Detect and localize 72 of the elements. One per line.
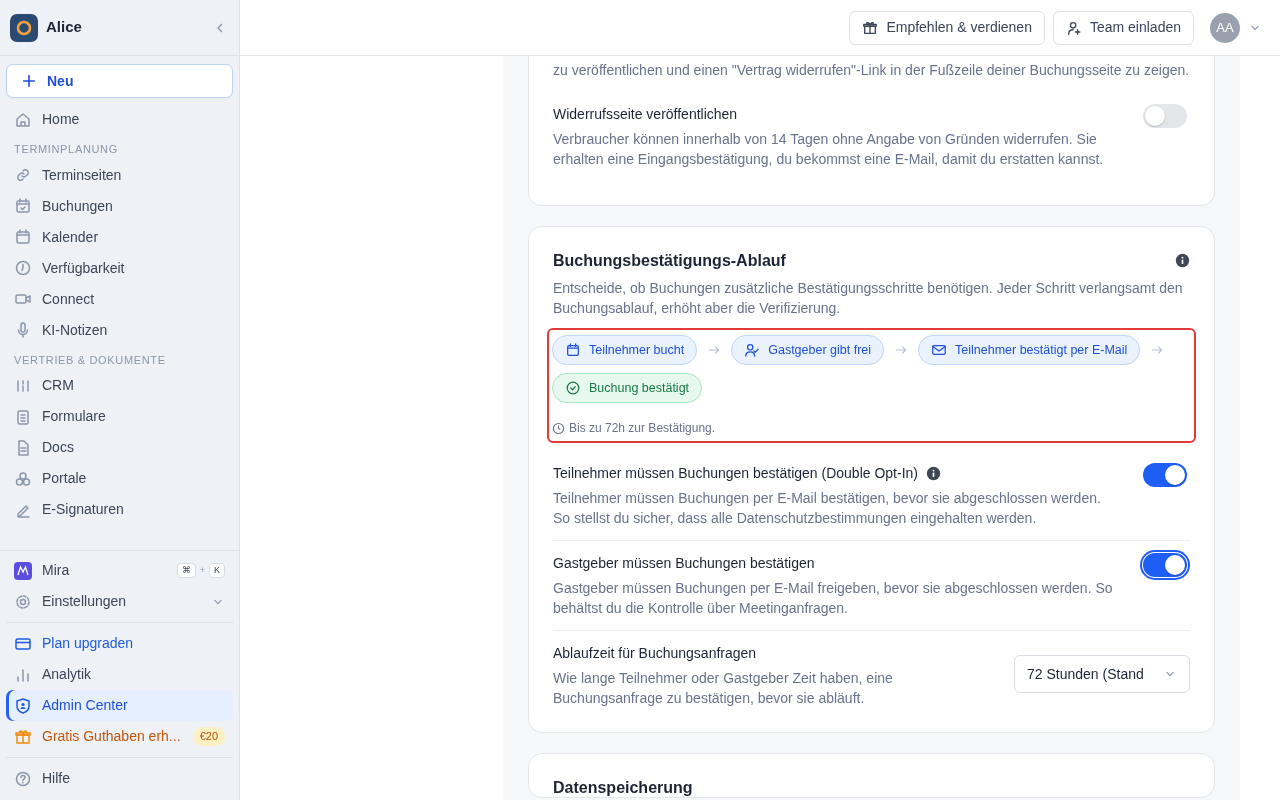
avatar: AA bbox=[1210, 12, 1240, 43]
sidebar-item[interactable]: Connect bbox=[6, 283, 233, 315]
section-heading: TERMINPLANUNG bbox=[13, 142, 119, 157]
workspace-name: Alice bbox=[46, 17, 83, 38]
clock-icon bbox=[552, 421, 565, 435]
shield-icon bbox=[14, 696, 32, 715]
sidebar-item[interactable]: Analytik bbox=[6, 659, 233, 690]
assistant-item[interactable]: Mira ⌘ + K bbox=[6, 555, 233, 586]
flow-step: Gastgeber gibt frei bbox=[731, 335, 885, 366]
setting-description: Teilnehmer müssen Buchungen per E-Mail bestätigen, bevor sie abgeschlossen werden. So stellst du sicher, dass alle Datenschutzbestimmungen eingehalten werden. bbox=[553, 489, 1102, 529]
setting-title: Teilnehmer müssen Buchungen bestätigen (Double Opt-In) bbox=[553, 464, 918, 484]
sidebar-item[interactable]: Formulare bbox=[6, 401, 233, 432]
help-icon bbox=[14, 769, 32, 788]
sidebar-item[interactable]: CRM bbox=[6, 370, 233, 401]
workspace-logo bbox=[10, 13, 38, 42]
sidebar-item[interactable]: Home bbox=[6, 104, 233, 135]
link-icon bbox=[14, 166, 32, 184]
keyboard-key: ⌘ bbox=[176, 562, 196, 579]
calendar-icon bbox=[14, 197, 32, 215]
card-description: Entscheide, ob Buchungen zusätzliche Bestätigungsschritte benötigen. Jeder Schritt verlangsamt den Buchungsablauf, erhöht aber die Verifizierung. bbox=[553, 279, 1184, 319]
select-field[interactable]: 72 Stunden (Stand bbox=[1014, 655, 1190, 694]
sidebar-item[interactable]: KI-Notizen bbox=[6, 314, 233, 346]
check-circle-icon bbox=[565, 380, 581, 397]
toggle-switch[interactable] bbox=[1143, 463, 1187, 488]
card-title: Datenspeicherung bbox=[553, 778, 694, 798]
flow-note: Bis zu 72h zur Bestätigung. bbox=[569, 420, 716, 438]
info-icon bbox=[926, 466, 941, 482]
section-heading: VERTRIEB & DOKUMENTE bbox=[13, 352, 167, 368]
sidebar-item[interactable]: Plan upgraden bbox=[6, 628, 233, 659]
setting-description: Gastgeber müssen Buchungen per E-Mail freigeben, bevor sie abgeschlossen werden. So behältst du die Kontrolle über Meetinganfragen. bbox=[553, 579, 1114, 619]
assistant-logo bbox=[14, 561, 32, 580]
new-button[interactable]: Neu bbox=[6, 64, 233, 98]
calendar-icon bbox=[14, 228, 32, 246]
sidebar-item[interactable]: Portale bbox=[6, 463, 233, 494]
credit-badge: €20 bbox=[192, 727, 225, 746]
card-title: Buchungsbestätigungs-Ablauf bbox=[553, 251, 786, 271]
add-user-icon bbox=[1065, 19, 1082, 36]
gift-icon bbox=[14, 727, 32, 746]
home-icon bbox=[14, 110, 32, 129]
plus-sign: + bbox=[199, 563, 205, 577]
setting-title: Gastgeber müssen Buchungen bestätigen bbox=[553, 554, 815, 574]
sidebar-item[interactable]: Admin Center bbox=[6, 690, 233, 721]
sidebar-item[interactable]: Buchungen bbox=[6, 190, 233, 222]
plus-icon bbox=[21, 73, 37, 89]
cubes-icon bbox=[14, 469, 32, 488]
clipboard-icon bbox=[14, 407, 32, 426]
keyboard-key: K bbox=[209, 562, 225, 579]
settings-icon bbox=[14, 592, 32, 611]
toggle-switch[interactable] bbox=[1143, 104, 1187, 128]
description-text: zu veröffentlichen und einen "Vertrag widerrufen"-Link in der Fußzeile deiner Buchungsseite zu zeigen. bbox=[553, 61, 1190, 80]
setting-description: Verbraucher können innerhalb von 14 Tagen ohne Angabe von Gründen widerrufen. Sie erhalten eine Eingangsbestätigung, du bekommst eine E-Mail, damit du erstatten kannst. bbox=[553, 130, 1105, 169]
flow-step: Teilnehmer bestätigt per E-Mail bbox=[918, 335, 1141, 366]
clock-icon bbox=[14, 259, 32, 277]
setting-description: Wie lange Teilnehmer oder Gastgeber Zeit haben, eine Buchungsanfrage zu bestätigen, bevor sie abläuft. bbox=[553, 669, 894, 709]
settings-item[interactable]: Einstellungen bbox=[6, 586, 233, 617]
flow-step: Teilnehmer bucht bbox=[552, 335, 698, 366]
user-check-icon bbox=[744, 342, 761, 359]
gift-icon bbox=[862, 19, 879, 36]
setting-title: Widerrufsseite veröffentlichen bbox=[553, 105, 739, 124]
flow-step: Buchung bestätigt bbox=[552, 373, 703, 404]
header-button[interactable]: Empfehlen & verdienen bbox=[849, 10, 1045, 45]
sidebar-item[interactable]: Gratis Guthaben erh... €20 bbox=[6, 721, 233, 752]
sidebar-item[interactable]: Verfügbarkeit bbox=[6, 252, 233, 284]
info-icon bbox=[1175, 253, 1190, 269]
calendar-icon bbox=[565, 342, 581, 359]
sidebar-item[interactable]: Kalender bbox=[6, 221, 233, 253]
sidebar-item[interactable]: Terminseiten bbox=[6, 159, 233, 191]
sidebar-item[interactable]: E-Signaturen bbox=[6, 494, 233, 525]
setting-title: Ablaufzeit für Buchungsanfragen bbox=[553, 644, 757, 664]
header-button[interactable]: Team einladen bbox=[1052, 10, 1194, 45]
sidebar-item[interactable]: Hilfe bbox=[6, 763, 233, 794]
sidebar-item[interactable]: Docs bbox=[6, 432, 233, 463]
